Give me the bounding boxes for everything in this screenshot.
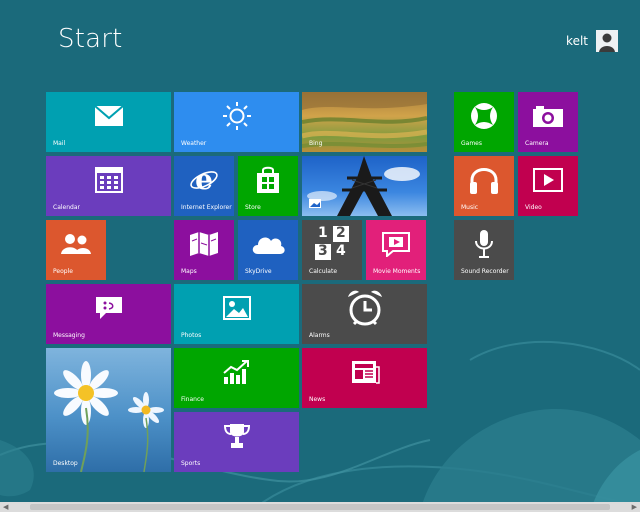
calc-digit-3: 3	[318, 243, 328, 260]
daisy-flowers-image	[54, 361, 164, 472]
tile-mail[interactable]: Mail	[46, 92, 171, 152]
tile-desktop[interactable]: Desktop	[46, 348, 171, 472]
microphone-icon	[473, 229, 495, 263]
horizontal-scrollbar[interactable]: ◀ ▶	[0, 502, 640, 512]
tile-weather[interactable]: Weather	[174, 92, 299, 152]
tile-people[interactable]: People	[46, 220, 106, 280]
people-icon	[60, 232, 92, 260]
user-account[interactable]: kelt	[566, 30, 618, 52]
tile-label: Alarms	[309, 332, 330, 339]
tile-label: Photos	[181, 332, 202, 339]
tile-sound-recorder[interactable]: Sound Recorder	[454, 220, 514, 280]
tile-maps[interactable]: Maps	[174, 220, 234, 280]
tile-label: Music	[461, 204, 479, 211]
sun-icon	[222, 101, 252, 135]
tile-label: Sound Recorder	[461, 268, 509, 275]
tile-store[interactable]: Store	[238, 156, 298, 216]
tile-calculate[interactable]: 1 2 3 4 Calculate	[302, 220, 362, 280]
photo-icon	[222, 296, 251, 324]
calc-digit-1: 1	[318, 225, 328, 242]
page-title: Start	[58, 24, 123, 54]
scroll-left-arrow-icon[interactable]: ◀	[3, 503, 8, 511]
user-name: kelt	[566, 34, 588, 48]
tile-bing[interactable]: Bing	[302, 92, 427, 152]
svg-text:e: e	[195, 165, 213, 195]
tile-internet-explorer[interactable]: e Internet Explorer	[174, 156, 234, 216]
tile-skydrive[interactable]: SkyDrive	[238, 220, 298, 280]
newspaper-icon	[350, 359, 380, 389]
headphones-icon	[468, 165, 500, 199]
tile-label: SkyDrive	[245, 268, 272, 275]
trophy-icon	[223, 422, 251, 454]
internet-explorer-icon: e	[189, 163, 219, 199]
mail-icon	[93, 105, 124, 131]
movie-moments-icon	[381, 231, 411, 261]
user-avatar-icon	[596, 30, 618, 52]
tile-eiffel-photo[interactable]	[302, 156, 427, 216]
tile-label: Mail	[53, 140, 66, 147]
tile-sports[interactable]: Sports	[174, 412, 299, 472]
tile-label: Messaging	[53, 332, 85, 339]
tile-label: Video	[525, 204, 542, 211]
tile-label: News	[309, 396, 326, 403]
calc-digit-4: 4	[336, 243, 346, 260]
tile-music[interactable]: Music	[454, 156, 514, 216]
tile-alarms[interactable]: Alarms	[302, 284, 427, 344]
calc-digit-2: 2	[336, 225, 346, 242]
tile-label: Calendar	[53, 204, 80, 211]
camera-icon	[532, 104, 564, 132]
xbox-icon	[469, 101, 499, 135]
tile-label: Store	[245, 204, 261, 211]
tile-label: Desktop	[53, 460, 78, 467]
tile-camera[interactable]: Camera	[518, 92, 578, 152]
video-play-icon	[533, 168, 563, 196]
tile-label: Finance	[181, 396, 204, 403]
calendar-icon	[94, 167, 123, 197]
tile-label: Maps	[181, 268, 197, 275]
messaging-icon	[94, 295, 124, 325]
tile-label: Sports	[181, 460, 201, 467]
tile-label: Games	[461, 140, 482, 147]
calculator-icon: 1 2 3 4	[315, 225, 349, 264]
tile-games[interactable]: Games	[454, 92, 514, 152]
store-bag-icon	[255, 166, 281, 198]
scroll-right-arrow-icon[interactable]: ▶	[632, 503, 637, 511]
finance-chart-icon	[222, 359, 252, 389]
photo-app-icon	[309, 193, 321, 212]
tile-movie-moments[interactable]: Movie Moments	[366, 220, 426, 280]
tile-news[interactable]: News	[302, 348, 427, 408]
alarm-clock-icon	[345, 288, 385, 332]
map-icon	[188, 231, 220, 261]
tile-video[interactable]: Video	[518, 156, 578, 216]
tile-label: Camera	[525, 140, 549, 147]
tile-label: Weather	[181, 140, 207, 147]
tile-label: Bing	[309, 140, 323, 147]
tile-finance[interactable]: Finance	[174, 348, 299, 408]
tile-label: Internet Explorer	[181, 204, 232, 211]
tile-messaging[interactable]: Messaging	[46, 284, 171, 344]
cloud-icon	[250, 232, 286, 260]
tile-label: Calculate	[309, 268, 338, 275]
tile-photos[interactable]: Photos	[174, 284, 299, 344]
scrollbar-thumb[interactable]	[30, 504, 610, 510]
tile-label: People	[53, 268, 73, 275]
tile-label: Movie Moments	[373, 268, 421, 275]
tile-calendar[interactable]: Calendar	[46, 156, 171, 216]
